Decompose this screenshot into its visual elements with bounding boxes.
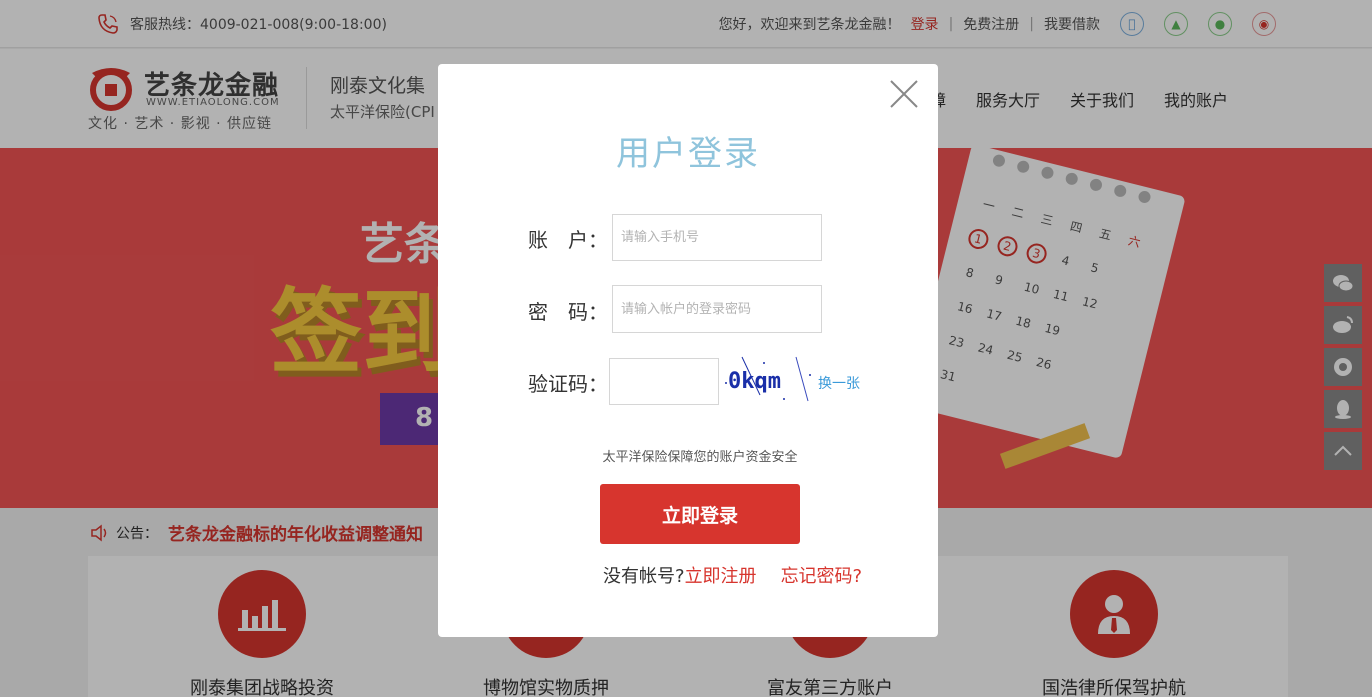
register-now-link[interactable]: 立即注册 [685, 562, 757, 588]
captcha-image[interactable]: 0kqm [724, 355, 814, 405]
modal-footer-links: 没有帐号? 立即注册 忘记密码? [603, 562, 862, 588]
login-submit-button[interactable]: 立即登录 [600, 484, 800, 544]
refresh-captcha-link[interactable]: 换一张 [818, 373, 860, 393]
captcha-text: 0kqm [728, 369, 781, 394]
login-modal: 用户登录 账 户： 密 码： 验证码： 0kqm 换一张 太平洋保险保障您的账户… [438, 64, 938, 637]
password-label: 密 码： [528, 300, 608, 324]
password-input[interactable] [612, 285, 822, 333]
account-label: 账 户： [528, 228, 608, 252]
account-input[interactable] [612, 214, 822, 261]
no-account-text: 没有帐号? [603, 566, 685, 587]
safety-note: 太平洋保险保障您的账户资金安全 [602, 450, 798, 465]
captcha-label: 验证码： [528, 372, 608, 396]
modal-title: 用户登录 [616, 134, 760, 174]
forgot-password-link[interactable]: 忘记密码? [781, 562, 863, 588]
close-icon[interactable] [888, 78, 920, 110]
captcha-input[interactable] [609, 358, 719, 405]
